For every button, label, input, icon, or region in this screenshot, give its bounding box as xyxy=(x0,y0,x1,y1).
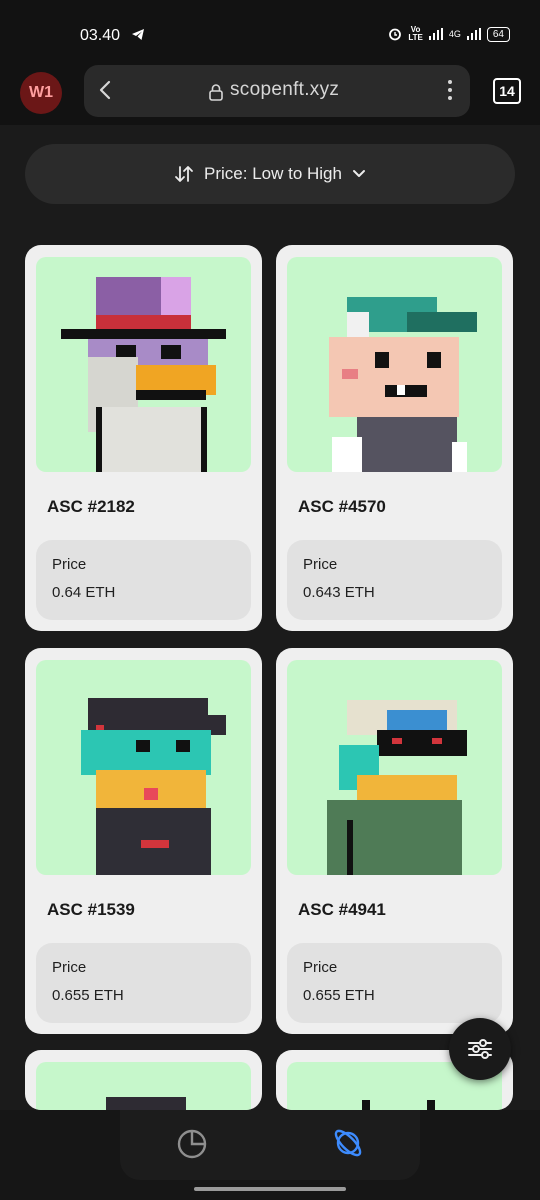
system-icons: Vo LTE 4G 64 xyxy=(388,26,510,42)
url-text: scopenft.xyz xyxy=(230,79,340,100)
battery-indicator: 64 xyxy=(486,26,510,42)
price-label: Price xyxy=(303,959,338,976)
price-value: 0.643 ETH xyxy=(303,584,375,601)
price-box: Price 0.643 ETH xyxy=(287,540,502,620)
url-bar[interactable]: scopenft.xyz xyxy=(84,65,470,117)
sort-arrows-icon xyxy=(175,166,193,182)
price-value: 0.655 ETH xyxy=(52,987,124,1004)
browser-toolbar: W1 scopenft.xyz 14 xyxy=(0,62,540,125)
nft-name: ASC #4570 xyxy=(298,497,386,516)
price-label: Price xyxy=(52,959,87,976)
back-arrow-icon[interactable] xyxy=(98,79,112,101)
network-type: 4G xyxy=(448,29,461,39)
home-indicator xyxy=(194,1187,346,1191)
nft-image xyxy=(287,660,502,875)
price-value: 0.655 ETH xyxy=(303,987,375,1004)
nft-name: ASC #1539 xyxy=(47,900,135,919)
nft-card[interactable]: ASC #1539 Price 0.655 ETH xyxy=(25,648,262,1034)
profile-avatar[interactable]: W1 xyxy=(20,72,62,114)
nft-image xyxy=(36,257,251,472)
chevron-down-icon xyxy=(352,170,365,177)
tab-count-button[interactable]: 14 xyxy=(493,78,521,104)
nft-card[interactable]: ASC #2182 Price 0.64 ETH xyxy=(25,245,262,631)
more-options-icon[interactable] xyxy=(448,80,452,100)
alarm-icon xyxy=(389,28,402,41)
filter-sliders-icon xyxy=(468,1039,492,1059)
portfolio-icon[interactable] xyxy=(176,1128,208,1160)
price-value: 0.64 ETH xyxy=(52,584,116,601)
nft-image xyxy=(287,257,502,472)
filter-button[interactable] xyxy=(449,1018,511,1080)
nft-name: ASC #2182 xyxy=(47,497,135,516)
nft-image xyxy=(36,1062,251,1110)
signal-icon-2 xyxy=(466,28,481,40)
status-time: 03.40 xyxy=(80,27,121,44)
price-label: Price xyxy=(52,556,87,573)
price-box: Price 0.655 ETH xyxy=(287,943,502,1023)
explore-planet-icon[interactable] xyxy=(331,1126,365,1160)
volte-indicator: Vo LTE xyxy=(408,25,423,42)
sort-label: Price: Low to High xyxy=(204,164,342,183)
lock-icon xyxy=(209,84,223,101)
status-bar: 03.40 Vo LTE 4G 64 xyxy=(0,0,540,62)
nft-image xyxy=(36,660,251,875)
nft-card-partial[interactable] xyxy=(25,1050,262,1110)
telegram-icon xyxy=(132,29,144,40)
nft-card[interactable]: ASC #4941 Price 0.655 ETH xyxy=(276,648,513,1034)
nav-container xyxy=(120,1110,420,1180)
price-box: Price 0.64 ETH xyxy=(36,540,251,620)
sort-dropdown[interactable]: Price: Low to High xyxy=(25,144,515,204)
price-label: Price xyxy=(303,556,338,573)
nft-name: ASC #4941 xyxy=(298,900,386,919)
signal-icon xyxy=(428,28,443,40)
price-box: Price 0.655 ETH xyxy=(36,943,251,1023)
nft-card[interactable]: ASC #4570 Price 0.643 ETH xyxy=(276,245,513,631)
